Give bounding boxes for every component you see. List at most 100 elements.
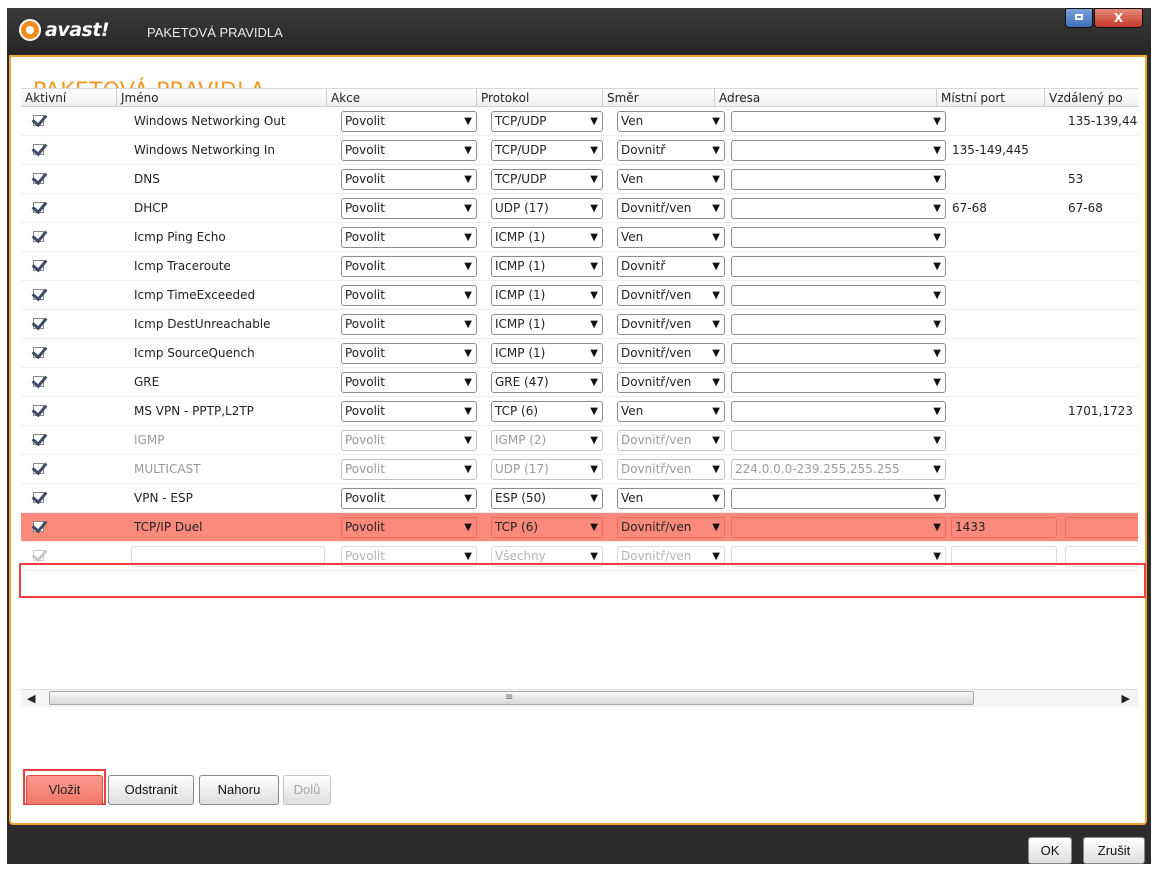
action-select[interactable]: Povolit ▼	[341, 401, 477, 422]
direction-select[interactable]: Dovnitř/ven ▼	[617, 343, 725, 364]
header-remote-port[interactable]: Vzdálený po	[1045, 89, 1138, 107]
action-select[interactable]: Povolit ▼	[341, 517, 477, 538]
protocol-select[interactable]: ICMP (1) ▼	[491, 343, 603, 364]
rule-name[interactable]: GRE	[134, 368, 324, 396]
active-checkbox[interactable]	[33, 201, 47, 215]
address-select[interactable]: ▼	[731, 140, 946, 161]
direction-select[interactable]: Dovnitř/ven ▼	[617, 372, 725, 393]
remote-port[interactable]: 135-139,445	[1068, 107, 1138, 135]
rule-name[interactable]: Icmp SourceQuench	[134, 339, 324, 367]
table-row[interactable]: TCP/IP Duel Povolit ▼ TCP (6) ▼ Dovnitř/ven ▼ ▼…	[21, 513, 1138, 542]
address-select[interactable]: ▼	[731, 169, 946, 190]
direction-select[interactable]: Dovnitř ▼	[617, 256, 725, 277]
protocol-select[interactable]: TCP/UDP ▼	[491, 140, 603, 161]
protocol-select[interactable]: ESP (50) ▼	[491, 488, 603, 509]
action-select[interactable]: Povolit ▼	[341, 111, 477, 132]
cancel-button[interactable]: Zrušit	[1083, 837, 1145, 864]
action-select[interactable]: Povolit ▼	[341, 488, 477, 509]
local-port[interactable]	[952, 455, 1052, 483]
header-name[interactable]: Jméno	[117, 89, 327, 107]
active-checkbox[interactable]	[33, 288, 47, 302]
protocol-select[interactable]: TCP/UDP ▼	[491, 111, 603, 132]
active-checkbox[interactable]	[33, 346, 47, 360]
active-checkbox[interactable]	[33, 433, 47, 447]
local-port[interactable]	[952, 368, 1052, 396]
action-select[interactable]: Povolit ▼	[341, 285, 477, 306]
protocol-select[interactable]: TCP (6) ▼	[491, 401, 603, 422]
active-checkbox[interactable]	[33, 404, 47, 418]
table-row[interactable]: Icmp Traceroute Povolit ▼ ICMP (1) ▼ Dovnitř ▼…	[21, 252, 1138, 281]
address-select[interactable]: ▼	[731, 256, 946, 277]
address-select[interactable]: 224.0.0.0-239.255.255.255 ▼	[731, 459, 946, 480]
action-select[interactable]: Povolit ▼	[341, 459, 477, 480]
horizontal-scrollbar[interactable]: ◀ ≡ ▶	[21, 689, 1138, 707]
active-checkbox[interactable]	[33, 143, 47, 157]
address-select[interactable]: ▼	[731, 546, 946, 567]
table-row[interactable]: Windows Networking In Povolit ▼ TCP/UDP ▼ Dov…	[21, 136, 1138, 165]
protocol-select[interactable]: UDP (17) ▼	[491, 198, 603, 219]
direction-select[interactable]: Dovnitř/ven ▼	[617, 314, 725, 335]
ok-button[interactable]: OK	[1028, 837, 1072, 864]
table-row[interactable]: GRE Povolit ▼ GRE (47) ▼ Dovnitř/ven ▼ ▼	[21, 368, 1138, 397]
local-port[interactable]: 67-68	[952, 194, 1052, 222]
address-select[interactable]: ▼	[731, 401, 946, 422]
active-checkbox[interactable]	[33, 491, 47, 505]
remote-port[interactable]	[1068, 310, 1138, 338]
action-select[interactable]: Povolit ▼	[341, 372, 477, 393]
remote-port[interactable]: 1701,1723	[1068, 397, 1138, 425]
table-row[interactable]: Icmp DestUnreachable Povolit ▼ ICMP (1) ▼ Dov…	[21, 310, 1138, 339]
table-row[interactable]: MULTICAST Povolit ▼ UDP (17) ▼ Dovnitř/ven ▼ 22…	[21, 455, 1138, 484]
rule-name[interactable]: Icmp TimeExceeded	[134, 281, 324, 309]
rule-name[interactable]: DNS	[134, 165, 324, 193]
local-port[interactable]	[952, 310, 1052, 338]
remote-port-input[interactable]	[1065, 517, 1138, 538]
restore-button[interactable]	[1065, 8, 1093, 28]
header-action[interactable]: Akce	[327, 89, 477, 107]
name-input[interactable]	[131, 546, 325, 567]
local-port[interactable]	[952, 281, 1052, 309]
local-port[interactable]	[952, 107, 1052, 135]
active-checkbox[interactable]	[33, 462, 47, 476]
insert-button[interactable]: Vložit	[26, 775, 103, 805]
active-checkbox[interactable]	[33, 317, 47, 331]
protocol-select[interactable]: ICMP (1) ▼	[491, 256, 603, 277]
protocol-select[interactable]: IGMP (2) ▼	[491, 430, 603, 451]
header-local-port[interactable]: Místní port	[937, 89, 1045, 107]
remote-port[interactable]	[1068, 339, 1138, 367]
protocol-select[interactable]: ICMP (1) ▼	[491, 314, 603, 335]
action-select[interactable]: Povolit ▼	[341, 343, 477, 364]
table-row[interactable]: IGMP Povolit ▼ IGMP (2) ▼ Dovnitř/ven ▼ ▼	[21, 426, 1138, 455]
remote-port[interactable]	[1068, 252, 1138, 280]
remote-port[interactable]: 67-68	[1068, 194, 1138, 222]
table-row[interactable]: VPN - ESP Povolit ▼ ESP (50) ▼ Ven ▼ ▼	[21, 484, 1138, 513]
local-port[interactable]	[952, 252, 1052, 280]
rule-name[interactable]: Windows Networking Out	[134, 107, 324, 135]
remote-port[interactable]	[1068, 455, 1138, 483]
remote-port[interactable]	[1068, 281, 1138, 309]
rule-name[interactable]: IGMP	[134, 426, 324, 454]
direction-select[interactable]: Dovnitř/ven ▼	[617, 546, 725, 567]
rule-name[interactable]: MULTICAST	[134, 455, 324, 483]
action-select[interactable]: Povolit ▼	[341, 227, 477, 248]
header-direction[interactable]: Směr	[603, 89, 715, 107]
table-row[interactable]: DNS Povolit ▼ TCP/UDP ▼ Ven ▼ ▼ 53	[21, 165, 1138, 194]
rule-name[interactable]: DHCP	[134, 194, 324, 222]
rule-name[interactable]: VPN - ESP	[134, 484, 324, 512]
local-port[interactable]	[952, 426, 1052, 454]
address-select[interactable]: ▼	[731, 430, 946, 451]
active-checkbox[interactable]	[33, 375, 47, 389]
direction-select[interactable]: Dovnitř/ven ▼	[617, 285, 725, 306]
active-checkbox[interactable]	[33, 549, 47, 563]
direction-select[interactable]: Dovnitř ▼	[617, 140, 725, 161]
table-row[interactable]: MS VPN - PPTP,L2TP Povolit ▼ TCP (6) ▼ Ven ▼ ▼ 1…	[21, 397, 1138, 426]
table-row[interactable]: Icmp TimeExceeded Povolit ▼ ICMP (1) ▼ Dovnit…	[21, 281, 1138, 310]
protocol-select[interactable]: ICMP (1) ▼	[491, 227, 603, 248]
header-active[interactable]: Aktivní	[21, 89, 117, 107]
action-select[interactable]: Povolit ▼	[341, 256, 477, 277]
direction-select[interactable]: Dovnitř/ven ▼	[617, 430, 725, 451]
scroll-thumb[interactable]: ≡	[49, 691, 974, 705]
active-checkbox[interactable]	[33, 259, 47, 273]
remote-port-input[interactable]	[1065, 546, 1138, 567]
remote-port[interactable]	[1068, 136, 1138, 164]
rule-name[interactable]: Icmp Ping Echo	[134, 223, 324, 251]
